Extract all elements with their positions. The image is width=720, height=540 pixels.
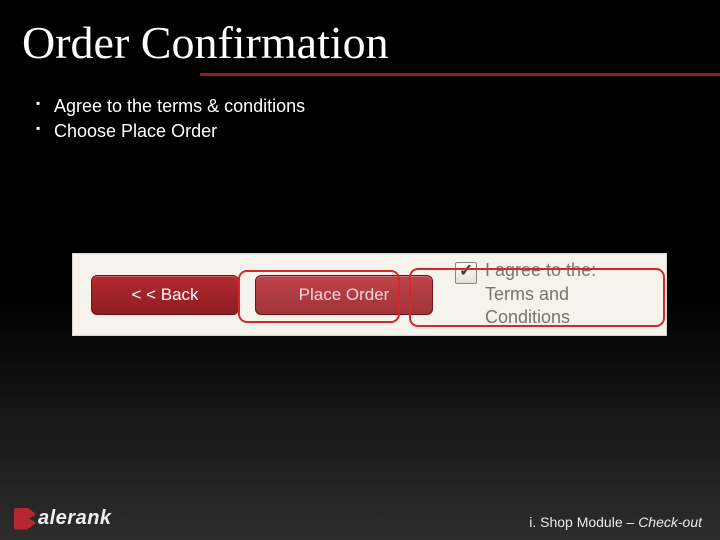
agree-line1: I agree to the: — [485, 260, 596, 280]
module-name: Check-out — [638, 514, 702, 530]
agree-checkbox[interactable] — [455, 262, 477, 284]
brand-name: alerank — [38, 507, 112, 530]
back-button[interactable]: < < Back — [91, 275, 239, 315]
slide-title: Order Confirmation — [0, 0, 720, 73]
footer: alerank i. Shop Module – Check-out — [0, 507, 720, 530]
order-confirm-panel: < < Back Place Order I agree to the: Ter… — [72, 253, 667, 336]
bullet-item: Choose Place Order — [36, 119, 720, 144]
terms-and-conditions-link[interactable]: Terms and Conditions — [485, 284, 570, 327]
brand-logo: alerank — [14, 507, 112, 530]
module-prefix: i. Shop Module – — [529, 514, 638, 530]
module-label: i. Shop Module – Check-out — [529, 514, 702, 530]
agree-block: I agree to the: Terms and Conditions — [455, 259, 648, 329]
bullet-list: Agree to the terms & conditions Choose P… — [0, 76, 720, 144]
brand-mark-icon — [14, 508, 36, 530]
place-order-button[interactable]: Place Order — [255, 275, 433, 315]
bullet-item: Agree to the terms & conditions — [36, 94, 720, 119]
agree-text: I agree to the: Terms and Conditions — [485, 259, 648, 329]
